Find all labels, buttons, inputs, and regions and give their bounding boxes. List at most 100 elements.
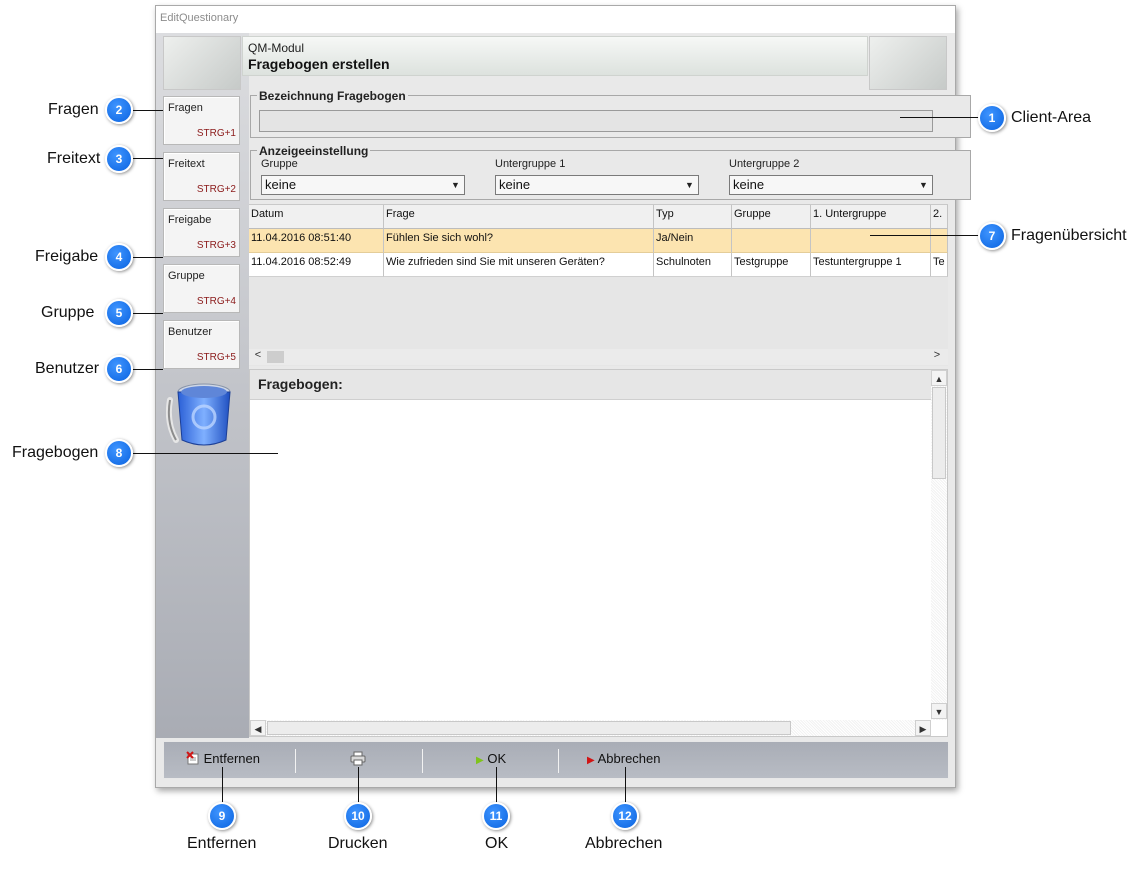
table-cell[interactable]: 11.04.2016 08:52:49 — [249, 253, 384, 277]
callout-label-fragenuebersicht: Fragenübersicht — [1011, 227, 1127, 244]
ok-button[interactable]: ▶ OK — [476, 751, 506, 766]
recycle-bin-icon[interactable] — [166, 380, 238, 450]
fragebogen-area: Fragebogen: ▲ ▼ ◀ ▶ — [249, 369, 948, 737]
scroll-thumb[interactable] — [267, 721, 791, 735]
callout-line — [133, 369, 163, 370]
callout-line — [133, 158, 163, 159]
callout-badge-6: 6 — [105, 355, 133, 383]
play-red-icon: ▶ — [587, 755, 595, 766]
callout-badge-10: 10 — [344, 802, 372, 830]
table-cell[interactable] — [931, 229, 948, 253]
callout-label-fragebogen: Fragebogen — [12, 444, 99, 461]
column-header-gruppe[interactable]: Gruppe — [732, 205, 811, 229]
fragebogen-vertical-scrollbar[interactable]: ▲ ▼ — [931, 370, 947, 720]
sidebar-item-freitext[interactable]: Freitext STRG+2 — [163, 152, 240, 201]
grid-horizontal-scrollbar[interactable]: < > — [249, 349, 948, 365]
callout-badge-11: 11 — [482, 802, 510, 830]
table-cell[interactable]: 11.04.2016 08:51:40 — [249, 229, 384, 253]
callout-badge-2: 2 — [105, 96, 133, 124]
callout-label-gruppe: Gruppe — [41, 304, 95, 321]
callout-line — [222, 767, 223, 803]
column-header-typ[interactable]: Typ — [654, 205, 732, 229]
gruppe-label: Gruppe — [261, 158, 298, 170]
toolbar-divider — [295, 749, 296, 773]
callout-label-fragen: Fragen — [48, 101, 99, 118]
table-cell[interactable]: Schulnoten — [654, 253, 732, 277]
sidebar-item-benutzer[interactable]: Benutzer STRG+5 — [163, 320, 240, 369]
untergruppe2-select[interactable]: keine ▼ — [729, 175, 933, 195]
scroll-up-icon[interactable]: ▲ — [931, 370, 947, 386]
sidebar-item-label: Fragen — [168, 102, 203, 114]
table-cell[interactable]: Testgruppe — [732, 253, 811, 277]
callout-label-ok: OK — [485, 835, 509, 852]
fragebogen-horizontal-scrollbar[interactable]: ◀ ▶ — [250, 720, 931, 736]
cancel-label: Abbrechen — [597, 751, 661, 766]
scroll-right-icon[interactable]: ▶ — [915, 720, 931, 736]
printer-icon — [350, 751, 366, 766]
callout-line — [900, 117, 980, 118]
untergruppe2-value: keine — [733, 177, 765, 192]
ok-label: OK — [487, 751, 507, 766]
sidebar-item-label: Freitext — [168, 158, 205, 170]
table-cell[interactable]: Fühlen Sie sich wohl? — [384, 229, 654, 253]
callout-line — [358, 767, 359, 803]
scroll-thumb[interactable] — [267, 351, 284, 363]
gruppe-value: keine — [265, 177, 297, 192]
callout-badge-8: 8 — [105, 439, 133, 467]
untergruppe1-select[interactable]: keine ▼ — [495, 175, 699, 195]
callout-line — [133, 257, 163, 258]
table-cell[interactable]: Te — [931, 253, 948, 277]
bezeichnung-group: Bezeichnung Fragebogen — [250, 89, 971, 138]
shortcut-label: STRG+5 — [196, 352, 236, 363]
column-header-untergruppe1[interactable]: 1. Untergruppe — [811, 205, 931, 229]
table-cell[interactable]: Testuntergruppe 1 — [811, 253, 931, 277]
untergruppe2-label: Untergruppe 2 — [729, 158, 800, 170]
gruppe-select[interactable]: keine ▼ — [261, 175, 465, 195]
table-cell[interactable]: Ja/Nein — [654, 229, 732, 253]
column-header-untergruppe2[interactable]: 2. — [931, 205, 948, 229]
chevron-right-icon[interactable]: > — [930, 349, 944, 365]
remove-label: Entfernen — [203, 751, 260, 766]
remove-button[interactable]: Entfernen — [186, 751, 260, 766]
callout-line — [133, 453, 278, 454]
table-cell[interactable]: Wie zufrieden sind Sie mit unseren Gerät… — [384, 253, 654, 277]
sidebar-item-fragen[interactable]: Fragen STRG+1 — [163, 96, 240, 145]
callout-label-abbrechen: Abbrechen — [585, 835, 663, 852]
column-header-datum[interactable]: Datum — [249, 205, 384, 229]
bezeichnung-input[interactable] — [259, 110, 933, 132]
shortcut-label: STRG+3 — [196, 240, 236, 251]
chevron-down-icon: ▼ — [451, 180, 460, 190]
callout-label-freitext: Freitext — [47, 150, 101, 167]
scroll-down-icon[interactable]: ▼ — [931, 703, 947, 719]
callout-badge-7: 7 — [978, 222, 1006, 250]
callout-badge-9: 9 — [208, 802, 236, 830]
callout-badge-4: 4 — [105, 243, 133, 271]
sidebar-item-gruppe[interactable]: Gruppe STRG+4 — [163, 264, 240, 313]
sidebar-item-label: Benutzer — [168, 326, 213, 338]
chevron-down-icon: ▼ — [685, 180, 694, 190]
fragebogen-title: Fragebogen: — [258, 376, 343, 392]
scroll-thumb[interactable] — [932, 387, 946, 479]
callout-line — [625, 767, 626, 803]
toolbar-divider — [558, 749, 559, 773]
edit-questionary-window: EditQuestionary QM-Modul Fragebogen erst… — [155, 5, 971, 788]
play-green-icon: ▶ — [476, 755, 484, 766]
sidebar-item-label: Gruppe — [168, 270, 205, 282]
table-cell[interactable] — [811, 229, 931, 253]
header-subtitle: QM-Modul — [248, 41, 305, 55]
shortcut-label: STRG+1 — [196, 128, 236, 139]
toolbar-divider — [422, 749, 423, 773]
chevron-left-icon[interactable]: < — [251, 349, 265, 365]
sidebar-item-freigabe[interactable]: Freigabe STRG+3 — [163, 208, 240, 257]
callout-label-entfernen: Entfernen — [187, 835, 257, 852]
callout-line — [496, 767, 497, 803]
page-title: Fragebogen erstellen — [248, 56, 390, 72]
callout-label-benutzer: Benutzer — [35, 360, 100, 377]
table-cell[interactable] — [732, 229, 811, 253]
scroll-left-icon[interactable]: ◀ — [250, 720, 266, 736]
column-header-frage[interactable]: Frage — [384, 205, 654, 229]
sidebar-item-label: Freigabe — [168, 214, 212, 226]
callout-badge-3: 3 — [105, 145, 133, 173]
cancel-button[interactable]: ▶ Abbrechen — [587, 751, 661, 766]
window-title: EditQuestionary — [160, 12, 239, 24]
